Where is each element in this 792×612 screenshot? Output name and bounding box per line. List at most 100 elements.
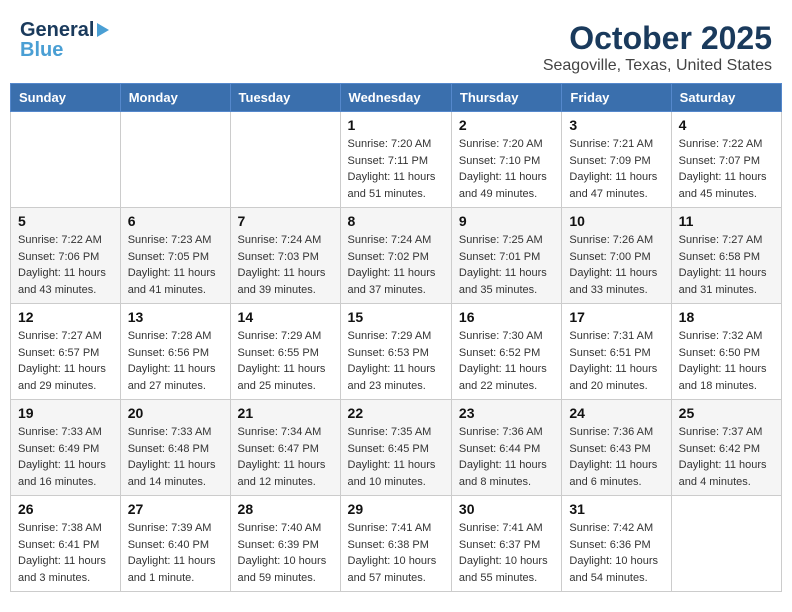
weekday-header-thursday: Thursday (451, 84, 561, 112)
title-block: October 2025 Seagoville, Texas, United S… (543, 20, 772, 75)
day-number: 27 (128, 501, 223, 517)
weekday-header-wednesday: Wednesday (340, 84, 451, 112)
calendar-cell: 21 Sunrise: 7:34 AM Sunset: 6:47 PM Dayli… (230, 400, 340, 496)
day-info: Sunrise: 7:41 AM Sunset: 6:38 PM Dayligh… (348, 520, 444, 586)
day-number: 18 (679, 309, 774, 325)
calendar-cell: 11 Sunrise: 7:27 AM Sunset: 6:58 PM Dayli… (671, 208, 781, 304)
calendar-week-4: 19 Sunrise: 7:33 AM Sunset: 6:49 PM Dayli… (11, 400, 782, 496)
calendar-week-3: 12 Sunrise: 7:27 AM Sunset: 6:57 PM Dayli… (11, 304, 782, 400)
weekday-header-monday: Monday (120, 84, 230, 112)
calendar-cell: 24 Sunrise: 7:36 AM Sunset: 6:43 PM Dayli… (562, 400, 671, 496)
page-header: General Blue October 2025 Seagoville, Te… (10, 10, 782, 83)
logo-arrow-icon (97, 23, 109, 37)
calendar-cell: 1Sunrise: 7:20 AM Sunset: 7:11 PM Daylig… (340, 112, 451, 208)
calendar-cell: 31 Sunrise: 7:42 AM Sunset: 6:36 PM Dayli… (562, 496, 671, 592)
day-number: 3 (569, 117, 663, 133)
calendar-cell: 9 Sunrise: 7:25 AM Sunset: 7:01 PM Daylig… (451, 208, 561, 304)
calendar-cell: 3 Sunrise: 7:21 AM Sunset: 7:09 PM Daylig… (562, 112, 671, 208)
logo: General Blue (20, 20, 109, 60)
day-info: Sunrise: 7:41 AM Sunset: 6:37 PM Dayligh… (459, 520, 554, 586)
calendar-cell: 29 Sunrise: 7:41 AM Sunset: 6:38 PM Dayli… (340, 496, 451, 592)
page-title: October 2025 (543, 20, 772, 57)
day-number: 19 (18, 405, 113, 421)
logo-blue: Blue (20, 40, 109, 60)
day-number: 22 (348, 405, 444, 421)
calendar-cell: 15 Sunrise: 7:29 AM Sunset: 6:53 PM Dayli… (340, 304, 451, 400)
calendar-cell: 6Sunrise: 7:23 AM Sunset: 7:05 PM Daylig… (120, 208, 230, 304)
calendar-cell: 16 Sunrise: 7:30 AM Sunset: 6:52 PM Dayli… (451, 304, 561, 400)
day-info: Sunrise: 7:21 AM Sunset: 7:09 PM Dayligh… (569, 136, 663, 202)
calendar-cell: 10Sunrise: 7:26 AM Sunset: 7:00 PM Dayli… (562, 208, 671, 304)
day-info: Sunrise: 7:37 AM Sunset: 6:42 PM Dayligh… (679, 424, 774, 490)
calendar-week-1: 1Sunrise: 7:20 AM Sunset: 7:11 PM Daylig… (11, 112, 782, 208)
day-info: Sunrise: 7:20 AM Sunset: 7:10 PM Dayligh… (459, 136, 554, 202)
day-info: Sunrise: 7:27 AM Sunset: 6:58 PM Dayligh… (679, 232, 774, 298)
calendar-cell: 20 Sunrise: 7:33 AM Sunset: 6:48 PM Dayli… (120, 400, 230, 496)
day-number: 28 (238, 501, 333, 517)
weekday-header-saturday: Saturday (671, 84, 781, 112)
day-info: Sunrise: 7:28 AM Sunset: 6:56 PM Dayligh… (128, 328, 223, 394)
day-number: 21 (238, 405, 333, 421)
calendar-cell: 26Sunrise: 7:38 AM Sunset: 6:41 PM Dayli… (11, 496, 121, 592)
day-number: 26 (18, 501, 113, 517)
day-number: 17 (569, 309, 663, 325)
day-number: 2 (459, 117, 554, 133)
day-number: 20 (128, 405, 223, 421)
day-number: 10 (569, 213, 663, 229)
weekday-header-tuesday: Tuesday (230, 84, 340, 112)
calendar-cell: 4 Sunrise: 7:22 AM Sunset: 7:07 PM Daylig… (671, 112, 781, 208)
calendar-cell: 18 Sunrise: 7:32 AM Sunset: 6:50 PM Dayli… (671, 304, 781, 400)
day-info: Sunrise: 7:33 AM Sunset: 6:48 PM Dayligh… (128, 424, 223, 490)
calendar-cell: 8Sunrise: 7:24 AM Sunset: 7:02 PM Daylig… (340, 208, 451, 304)
day-number: 23 (459, 405, 554, 421)
day-number: 29 (348, 501, 444, 517)
day-info: Sunrise: 7:30 AM Sunset: 6:52 PM Dayligh… (459, 328, 554, 394)
day-number: 12 (18, 309, 113, 325)
day-number: 15 (348, 309, 444, 325)
day-info: Sunrise: 7:27 AM Sunset: 6:57 PM Dayligh… (18, 328, 113, 394)
weekday-header-sunday: Sunday (11, 84, 121, 112)
calendar-cell: 25Sunrise: 7:37 AM Sunset: 6:42 PM Dayli… (671, 400, 781, 496)
day-info: Sunrise: 7:39 AM Sunset: 6:40 PM Dayligh… (128, 520, 223, 586)
day-info: Sunrise: 7:29 AM Sunset: 6:53 PM Dayligh… (348, 328, 444, 394)
calendar-cell (120, 112, 230, 208)
day-number: 24 (569, 405, 663, 421)
logo-general: General (20, 20, 94, 40)
day-number: 16 (459, 309, 554, 325)
day-number: 8 (348, 213, 444, 229)
calendar-cell: 14 Sunrise: 7:29 AM Sunset: 6:55 PM Dayli… (230, 304, 340, 400)
day-number: 11 (679, 213, 774, 229)
calendar-cell: 2 Sunrise: 7:20 AM Sunset: 7:10 PM Daylig… (451, 112, 561, 208)
day-number: 9 (459, 213, 554, 229)
calendar-cell (11, 112, 121, 208)
calendar-cell (230, 112, 340, 208)
day-info: Sunrise: 7:32 AM Sunset: 6:50 PM Dayligh… (679, 328, 774, 394)
day-number: 30 (459, 501, 554, 517)
day-info: Sunrise: 7:36 AM Sunset: 6:44 PM Dayligh… (459, 424, 554, 490)
weekday-header-friday: Friday (562, 84, 671, 112)
calendar-week-5: 26Sunrise: 7:38 AM Sunset: 6:41 PM Dayli… (11, 496, 782, 592)
day-number: 13 (128, 309, 223, 325)
day-number: 14 (238, 309, 333, 325)
calendar-cell: 7Sunrise: 7:24 AM Sunset: 7:03 PM Daylig… (230, 208, 340, 304)
day-number: 6 (128, 213, 223, 229)
calendar-cell: 30 Sunrise: 7:41 AM Sunset: 6:37 PM Dayli… (451, 496, 561, 592)
day-info: Sunrise: 7:29 AM Sunset: 6:55 PM Dayligh… (238, 328, 333, 394)
day-info: Sunrise: 7:24 AM Sunset: 7:03 PM Dayligh… (238, 232, 333, 298)
calendar-cell: 27 Sunrise: 7:39 AM Sunset: 6:40 PM Dayli… (120, 496, 230, 592)
day-number: 31 (569, 501, 663, 517)
day-info: Sunrise: 7:22 AM Sunset: 7:07 PM Dayligh… (679, 136, 774, 202)
calendar-cell: 5Sunrise: 7:22 AM Sunset: 7:06 PM Daylig… (11, 208, 121, 304)
day-info: Sunrise: 7:42 AM Sunset: 6:36 PM Dayligh… (569, 520, 663, 586)
calendar-cell: 28 Sunrise: 7:40 AM Sunset: 6:39 PM Dayli… (230, 496, 340, 592)
calendar-cell (671, 496, 781, 592)
calendar-cell: 13 Sunrise: 7:28 AM Sunset: 6:56 PM Dayli… (120, 304, 230, 400)
day-info: Sunrise: 7:36 AM Sunset: 6:43 PM Dayligh… (569, 424, 663, 490)
day-info: Sunrise: 7:34 AM Sunset: 6:47 PM Dayligh… (238, 424, 333, 490)
day-info: Sunrise: 7:25 AM Sunset: 7:01 PM Dayligh… (459, 232, 554, 298)
day-info: Sunrise: 7:35 AM Sunset: 6:45 PM Dayligh… (348, 424, 444, 490)
calendar-cell: 22 Sunrise: 7:35 AM Sunset: 6:45 PM Dayli… (340, 400, 451, 496)
day-info: Sunrise: 7:40 AM Sunset: 6:39 PM Dayligh… (238, 520, 333, 586)
day-number: 4 (679, 117, 774, 133)
day-info: Sunrise: 7:33 AM Sunset: 6:49 PM Dayligh… (18, 424, 113, 490)
